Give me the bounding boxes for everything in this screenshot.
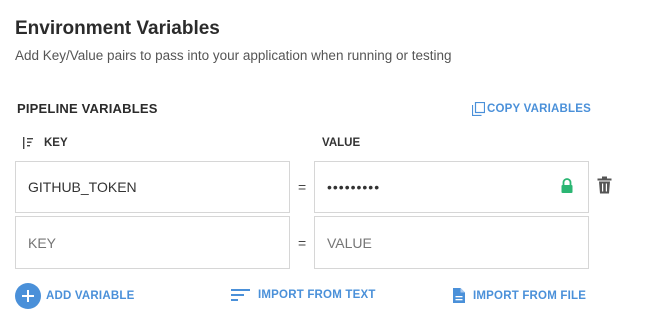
text-lines-icon bbox=[231, 289, 250, 301]
add-variable-button[interactable]: ADD VARIABLE bbox=[15, 283, 134, 309]
import-from-file-label: IMPORT FROM FILE bbox=[473, 289, 587, 302]
key-column-label: KEY bbox=[44, 137, 68, 149]
copy-icon bbox=[472, 102, 485, 116]
section-heading: PIPELINE VARIABLES bbox=[17, 101, 158, 116]
import-from-file-button[interactable]: IMPORT FROM FILE bbox=[453, 288, 586, 303]
new-key-input[interactable] bbox=[15, 216, 290, 269]
trash-icon[interactable] bbox=[597, 176, 612, 194]
lock-icon bbox=[561, 178, 573, 193]
key-column-header[interactable]: KEY bbox=[22, 136, 68, 150]
import-from-text-label: IMPORT FROM TEXT bbox=[258, 289, 376, 301]
sort-icon bbox=[23, 137, 33, 149]
file-icon bbox=[453, 288, 465, 303]
page-title: Environment Variables bbox=[15, 18, 220, 39]
equals-sign: = bbox=[298, 235, 307, 251]
copy-variables-button[interactable]: COPY VARIABLES bbox=[472, 102, 591, 116]
add-variable-label: ADD VARIABLE bbox=[46, 290, 135, 302]
copy-variables-label: COPY VARIABLES bbox=[487, 103, 591, 115]
page-subtitle: Add Key/Value pairs to pass into your ap… bbox=[15, 48, 452, 63]
import-from-text-button[interactable]: IMPORT FROM TEXT bbox=[231, 288, 376, 302]
new-value-input[interactable] bbox=[314, 216, 589, 269]
value-field[interactable]: ••••••••• bbox=[314, 161, 589, 213]
plus-icon bbox=[15, 283, 41, 309]
value-column-header: VALUE bbox=[322, 137, 361, 149]
key-field[interactable]: GITHUB_TOKEN bbox=[15, 161, 290, 213]
equals-sign: = bbox=[298, 179, 307, 195]
